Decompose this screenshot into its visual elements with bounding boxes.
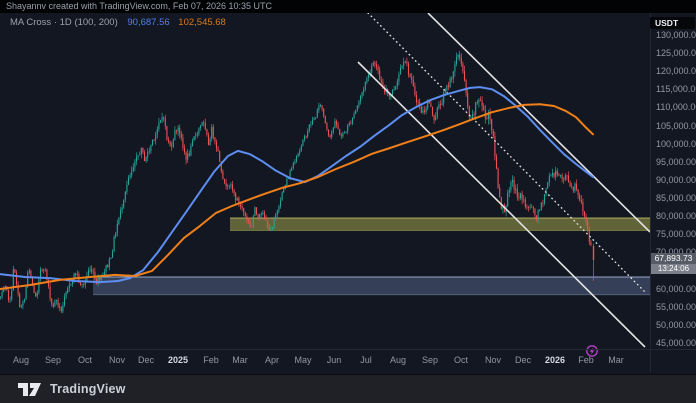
time-tick-label: Jun xyxy=(326,355,342,365)
currency-badge: USDT xyxy=(650,17,695,29)
chart-canvas[interactable] xyxy=(0,0,696,403)
candles-up-bodies xyxy=(0,54,576,312)
price-tick-label: 80,000.00 xyxy=(656,211,696,222)
time-tick-label: Oct xyxy=(453,355,468,365)
ma-200-line xyxy=(0,103,594,290)
indicator-legend[interactable]: MA Cross · 1D (100, 200) 90,687.56 102,5… xyxy=(10,17,226,28)
channel-midline xyxy=(367,13,646,293)
price-tick-label: 55,000.00 xyxy=(656,301,696,312)
time-tick-label: Apr xyxy=(264,355,279,365)
price-tick-label: 100,000.00 xyxy=(656,138,696,149)
legend-timeframe: 1D xyxy=(59,17,72,28)
price-axis-separator xyxy=(650,13,651,372)
price-tick-label: 45,000.00 xyxy=(656,338,696,348)
price-tick-label: 120,000.00 xyxy=(656,66,696,77)
price-tick-label: 85,000.00 xyxy=(656,193,696,204)
price-tick-label: 115,000.00 xyxy=(656,84,696,95)
price-tick-label: 125,000.00 xyxy=(656,48,696,59)
tradingview-logo-icon[interactable] xyxy=(17,381,42,398)
time-tick-label: 2025 xyxy=(167,355,189,365)
price-tick-label: 130,000.00 xyxy=(656,29,696,40)
ma-slow-value: 102,545.68 xyxy=(178,17,226,28)
time-axis-separator xyxy=(0,349,696,350)
time-tick-label: Aug xyxy=(12,355,29,365)
last-price-tag: 67,893.73 xyxy=(651,253,696,264)
time-tick-label: Mar xyxy=(608,355,624,365)
time-tick-label: May xyxy=(294,355,312,365)
legend-separator: · xyxy=(53,17,57,28)
time-tick-label: Sep xyxy=(421,355,438,365)
support-zone xyxy=(93,277,650,295)
price-tick-label: 60,000.00 xyxy=(656,283,696,294)
tradingview-chart-screenshot: Shayannv created with TradingView.com, F… xyxy=(0,0,696,403)
time-tick-label: 2026 xyxy=(544,355,566,365)
channel-line-right xyxy=(427,13,650,233)
ma-fast-value: 90,687.56 xyxy=(127,17,170,28)
time-tick-label: Aug xyxy=(389,355,406,365)
time-tick-label: Feb xyxy=(203,355,219,365)
time-tick-label: Dec xyxy=(514,355,531,365)
time-tick-label: Nov xyxy=(108,355,125,365)
time-tick-label: Feb xyxy=(578,355,594,365)
time-tick-label: Nov xyxy=(484,355,501,365)
candle-countdown: 13:24:06 xyxy=(651,264,696,274)
price-tick-label: 95,000.00 xyxy=(656,156,696,167)
time-tick-label: Mar xyxy=(232,355,248,365)
price-tick-label: 50,000.00 xyxy=(656,319,696,330)
legend-params: (100, 200) xyxy=(74,17,118,28)
channel-line-left xyxy=(357,61,646,348)
price-tick-label: 105,000.00 xyxy=(656,120,696,131)
tradingview-brand-text[interactable]: TradingView xyxy=(50,382,126,396)
price-tick-label: 110,000.00 xyxy=(656,102,696,113)
footer-toolbar: TradingView xyxy=(0,374,696,403)
attribution-text: Shayannv created with TradingView.com, F… xyxy=(0,0,696,13)
time-tick-label: Oct xyxy=(77,355,92,365)
price-tick-label: 90,000.00 xyxy=(656,174,696,185)
candles-up-wicks xyxy=(0,52,576,314)
indicator-name: MA Cross xyxy=(10,17,52,28)
time-tick-label: Jul xyxy=(360,355,372,365)
price-tick-label: 75,000.00 xyxy=(656,229,696,240)
time-tick-label: Sep xyxy=(44,355,61,365)
time-tick-label: Dec xyxy=(137,355,154,365)
